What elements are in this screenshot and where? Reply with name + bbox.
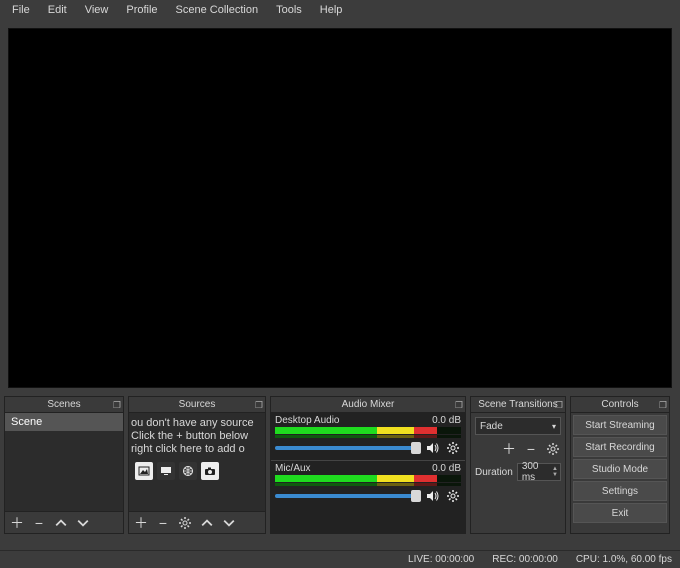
sources-title: Sources — [179, 399, 216, 410]
spin-down-icon[interactable]: ▼ — [552, 472, 558, 478]
menu-profile[interactable]: Profile — [118, 2, 165, 18]
menu-help[interactable]: Help — [312, 2, 351, 18]
menubar: File Edit View Profile Scene Collection … — [0, 0, 680, 20]
start-recording-button[interactable]: Start Recording — [573, 437, 667, 457]
remove-scene-button[interactable]: − — [31, 515, 47, 531]
mixer-channel-mic: Mic/Aux 0.0 dB — [271, 460, 465, 508]
scenes-header: Scenes ❐ — [5, 397, 123, 413]
channel-db: 0.0 dB — [432, 415, 461, 426]
gear-icon[interactable] — [445, 488, 461, 504]
scenes-title: Scenes — [47, 399, 80, 410]
preview-area[interactable] — [8, 28, 672, 388]
speaker-icon[interactable] — [425, 488, 441, 504]
globe-source-icon — [179, 462, 197, 480]
scenes-dock: Scenes ❐ Scene ＋ − — [4, 396, 124, 534]
scene-up-button[interactable] — [53, 515, 69, 531]
gear-icon[interactable] — [445, 440, 461, 456]
scene-item[interactable]: Scene — [5, 413, 123, 431]
sources-toolbar: ＋ − — [129, 511, 265, 533]
studio-mode-button[interactable]: Studio Mode — [573, 459, 667, 479]
mixer-body: Desktop Audio 0.0 dB Mic/Aux — [271, 413, 465, 533]
mixer-header: Audio Mixer ❐ — [271, 397, 465, 413]
sources-header: Sources ❐ — [129, 397, 265, 413]
sources-empty-hint: ou don't have any source Click the + but… — [129, 413, 265, 460]
status-live: LIVE: 00:00:00 — [408, 554, 474, 565]
controls-title: Controls — [601, 399, 638, 410]
status-rec: REC: 00:00:00 — [492, 554, 558, 565]
transitions-title: Scene Transitions — [478, 399, 558, 410]
controls-header: Controls ❐ — [571, 397, 669, 413]
transitions-dock: Scene Transitions ❐ Fade ▾ ＋ − Duration … — [470, 396, 566, 534]
popout-icon[interactable]: ❐ — [555, 397, 563, 413]
status-bar: LIVE: 00:00:00 REC: 00:00:00 CPU: 1.0%, … — [0, 550, 680, 568]
transition-properties-button[interactable] — [545, 441, 561, 457]
transition-select[interactable]: Fade ▾ — [475, 417, 561, 435]
volume-meter — [275, 475, 461, 482]
duration-spinbox[interactable]: 300 ms ▲▼ — [517, 463, 561, 481]
remove-source-button[interactable]: − — [155, 515, 171, 531]
source-up-button[interactable] — [199, 515, 215, 531]
transition-selected: Fade — [480, 421, 503, 432]
display-source-icon — [157, 462, 175, 480]
sources-dock: Sources ❐ ou don't have any source Click… — [128, 396, 266, 534]
popout-icon[interactable]: ❐ — [113, 397, 121, 413]
speaker-icon[interactable] — [425, 440, 441, 456]
mixer-title: Audio Mixer — [342, 399, 395, 410]
popout-icon[interactable]: ❐ — [255, 397, 263, 413]
add-transition-button[interactable]: ＋ — [501, 441, 517, 457]
add-scene-button[interactable]: ＋ — [9, 515, 25, 531]
scenes-list[interactable]: Scene — [5, 413, 123, 511]
status-cpu: CPU: 1.0%, 60.00 fps — [576, 554, 672, 565]
mixer-channel-desktop: Desktop Audio 0.0 dB — [271, 413, 465, 460]
volume-meter — [275, 483, 461, 486]
volume-meter — [275, 435, 461, 438]
source-properties-button[interactable] — [177, 515, 193, 531]
volume-meter — [275, 427, 461, 434]
transitions-body: Fade ▾ ＋ − Duration 300 ms ▲▼ — [471, 413, 565, 533]
duration-value: 300 ms — [522, 461, 552, 483]
duration-label: Duration — [475, 467, 513, 478]
channel-name: Desktop Audio — [275, 415, 340, 426]
start-streaming-button[interactable]: Start Streaming — [573, 415, 667, 435]
menu-tools[interactable]: Tools — [268, 2, 310, 18]
audio-mixer-dock: Audio Mixer ❐ Desktop Audio 0.0 dB — [270, 396, 466, 534]
scene-down-button[interactable] — [75, 515, 91, 531]
settings-button[interactable]: Settings — [573, 481, 667, 501]
volume-slider[interactable] — [275, 446, 421, 450]
dock-row: Scenes ❐ Scene ＋ − Sources ❐ ou don't ha… — [0, 396, 680, 534]
popout-icon[interactable]: ❐ — [659, 397, 667, 413]
source-type-icons — [129, 460, 265, 482]
menu-edit[interactable]: Edit — [40, 2, 75, 18]
image-source-icon — [135, 462, 153, 480]
menu-scene-collection[interactable]: Scene Collection — [168, 2, 267, 18]
add-source-button[interactable]: ＋ — [133, 515, 149, 531]
channel-name: Mic/Aux — [275, 463, 311, 474]
sources-body[interactable]: ou don't have any source Click the + but… — [129, 413, 265, 511]
popout-icon[interactable]: ❐ — [455, 397, 463, 413]
remove-transition-button[interactable]: − — [523, 441, 539, 457]
volume-slider[interactable] — [275, 494, 421, 498]
controls-dock: Controls ❐ Start Streaming Start Recordi… — [570, 396, 670, 534]
exit-button[interactable]: Exit — [573, 503, 667, 523]
menu-file[interactable]: File — [4, 2, 38, 18]
controls-body: Start Streaming Start Recording Studio M… — [571, 413, 669, 533]
source-down-button[interactable] — [221, 515, 237, 531]
menu-view[interactable]: View — [77, 2, 117, 18]
camera-source-icon — [201, 462, 219, 480]
transitions-header: Scene Transitions ❐ — [471, 397, 565, 413]
channel-db: 0.0 dB — [432, 463, 461, 474]
dropdown-icon: ▾ — [552, 422, 556, 431]
scenes-toolbar: ＋ − — [5, 511, 123, 533]
